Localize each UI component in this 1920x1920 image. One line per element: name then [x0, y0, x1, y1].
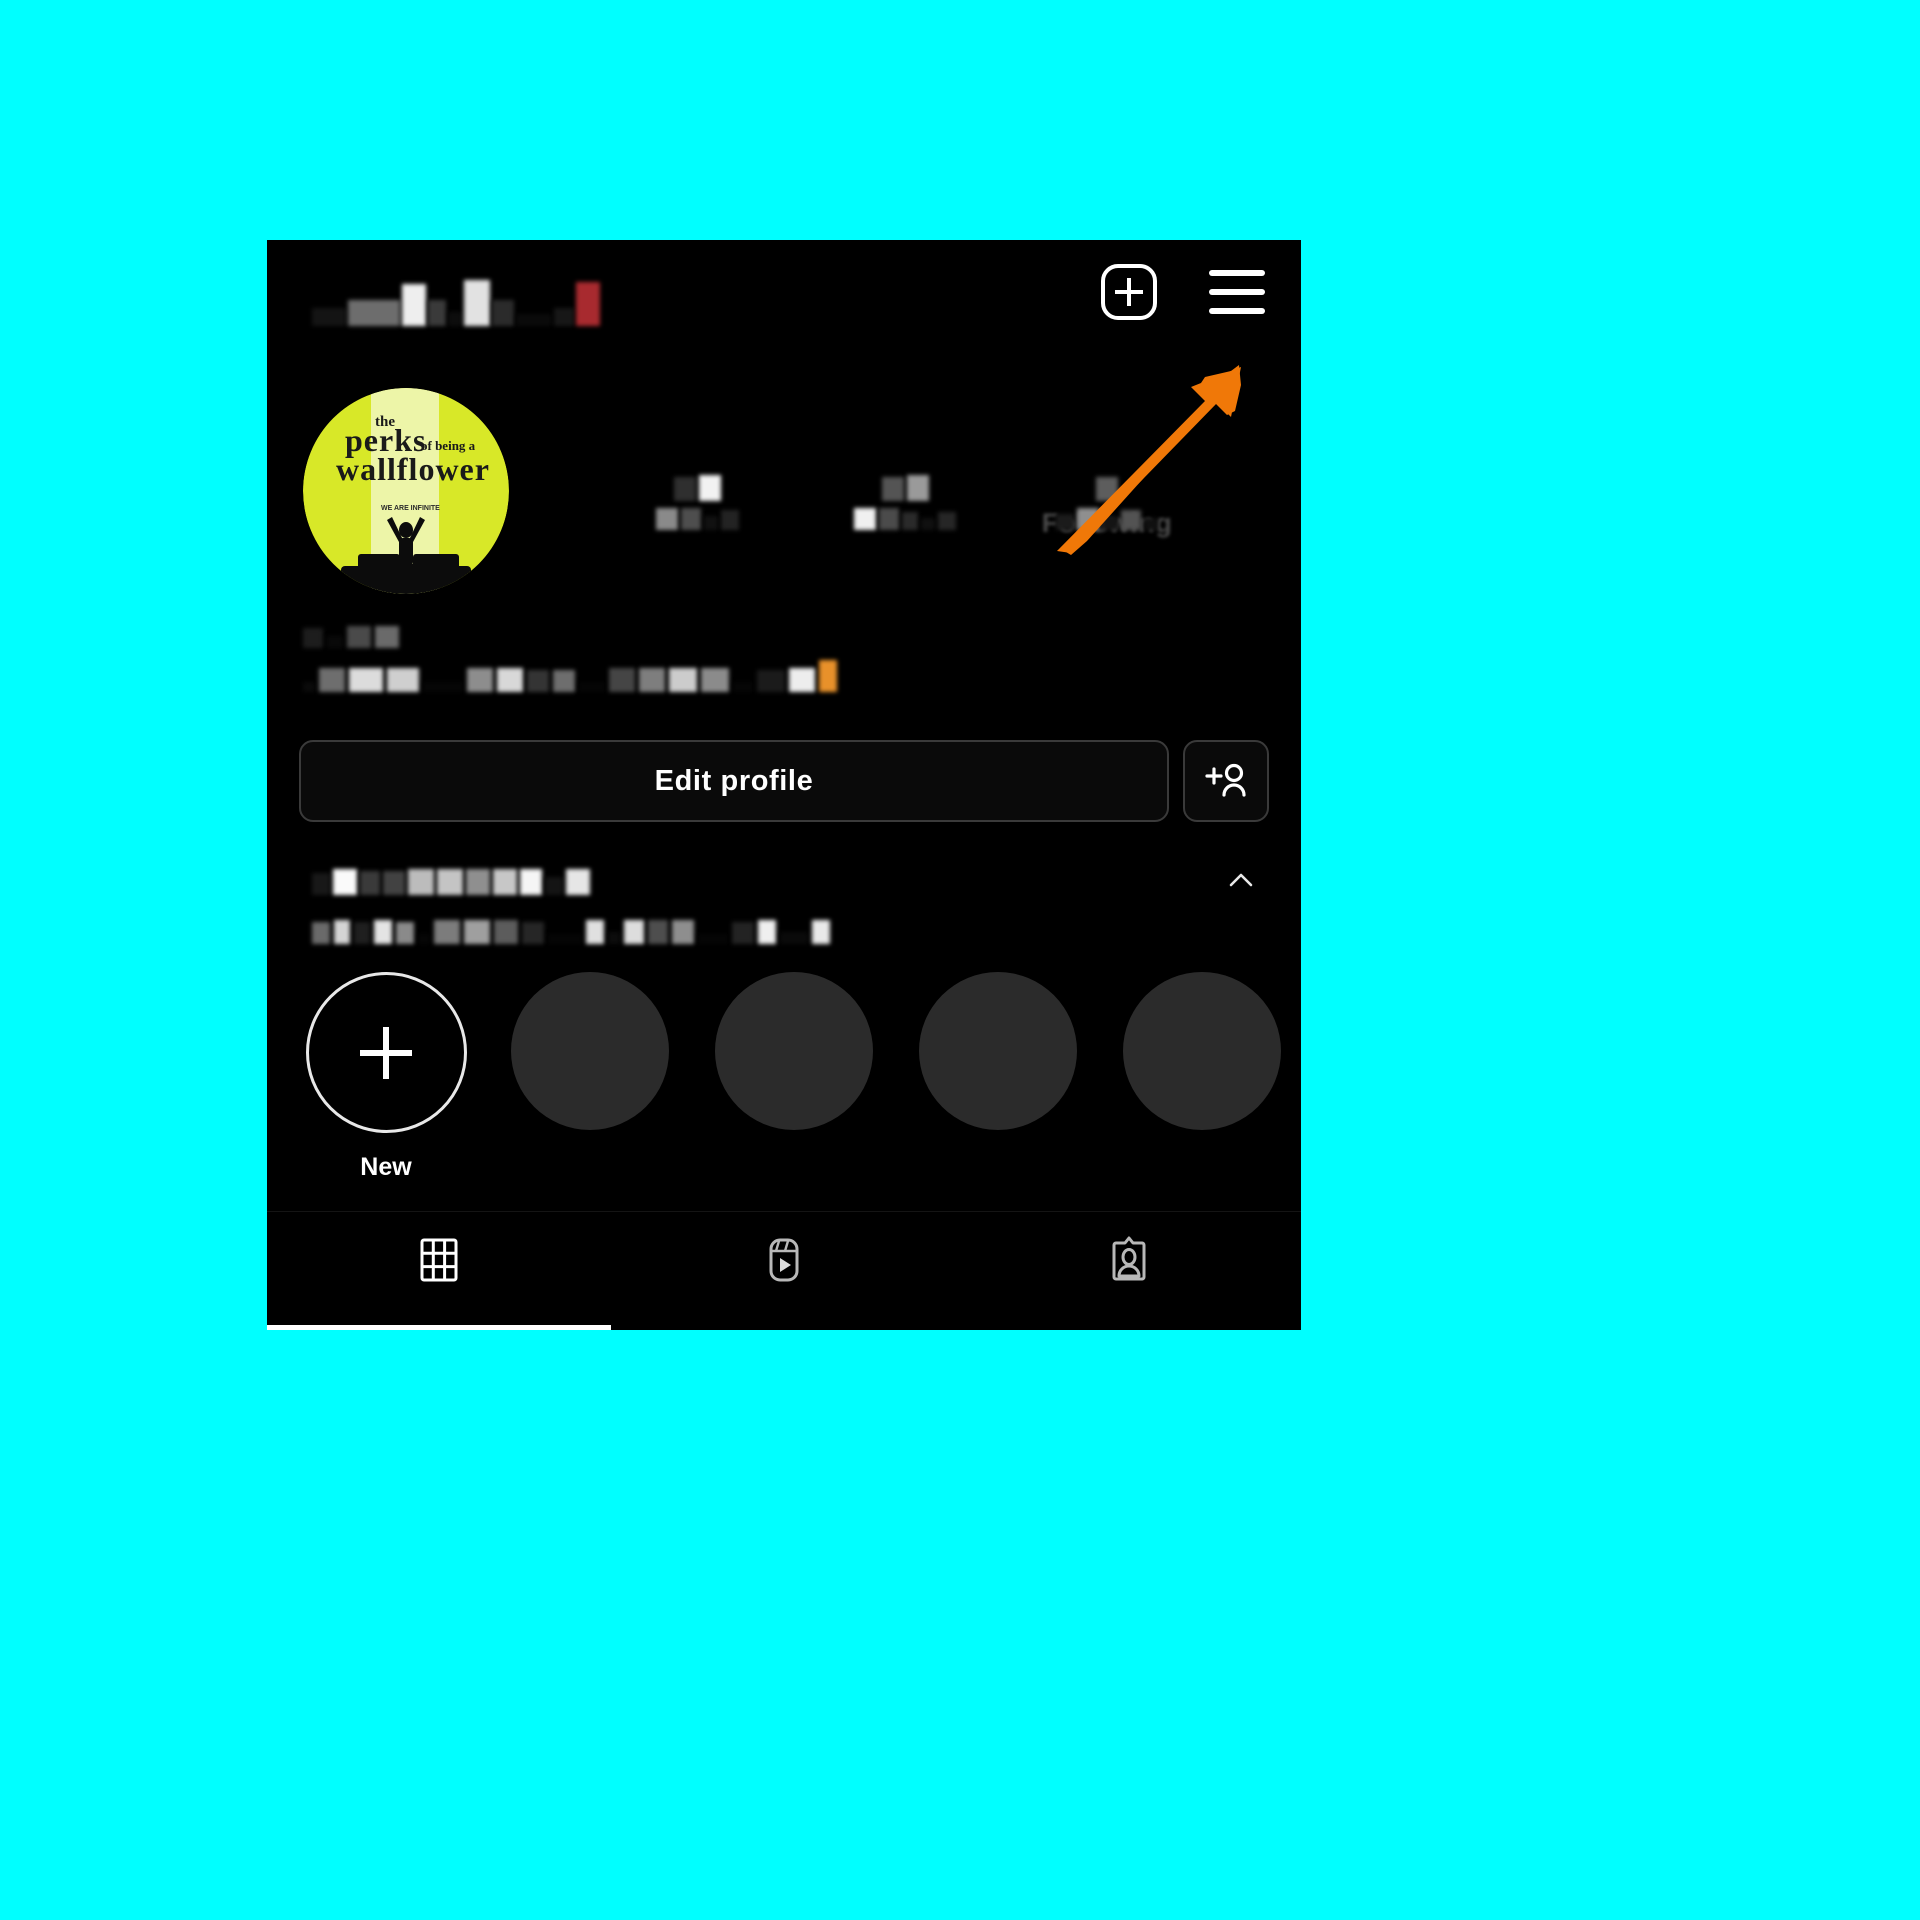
stat-following-value-redacted — [997, 475, 1217, 501]
tab-reels[interactable] — [612, 1212, 957, 1308]
bio-line-1 — [303, 618, 1023, 648]
profile-actions: Edit profile — [299, 740, 1269, 822]
username-redacted[interactable] — [312, 280, 600, 326]
highlight-placeholder-4[interactable] — [1111, 972, 1293, 1130]
hamburger-line-1 — [1209, 270, 1265, 276]
stat-following[interactable]: Following — [997, 475, 1217, 538]
highlights-title-redacted — [312, 869, 590, 895]
active-tab-indicator — [267, 1325, 611, 1330]
top-bar — [267, 240, 1301, 350]
grid-icon — [420, 1238, 458, 1282]
chevron-up-glyph — [1229, 873, 1253, 887]
add-person-button[interactable] — [1183, 740, 1269, 822]
highlights-subtitle-redacted — [312, 918, 1301, 944]
highlights-header — [312, 860, 1256, 904]
svg-text:WE ARE INFINITE: WE ARE INFINITE — [381, 505, 440, 512]
edit-profile-button[interactable]: Edit profile — [299, 740, 1169, 822]
highlight-placeholder-3[interactable] — [907, 972, 1089, 1130]
avatar[interactable]: the perks of being a wallflower WE ARE I… — [303, 388, 509, 594]
hamburger-menu-icon[interactable] — [1209, 270, 1265, 314]
stat-following-label-redacted: Following — [997, 508, 1217, 538]
topbar-actions — [1101, 264, 1265, 320]
stat-followers-value-redacted — [795, 475, 1015, 501]
profile-header: the perks of being a wallflower WE ARE I… — [267, 370, 1301, 600]
stat-posts[interactable] — [587, 475, 807, 530]
profile-stats: Following — [567, 370, 1267, 600]
tab-tagged[interactable] — [956, 1212, 1301, 1308]
highlight-placeholder-2[interactable] — [703, 972, 885, 1130]
stat-posts-label-redacted — [587, 508, 807, 530]
new-highlight-item[interactable]: New — [295, 972, 477, 1182]
new-highlight-label: New — [360, 1153, 412, 1181]
bio-line-2 — [303, 660, 1023, 692]
stat-posts-value-redacted — [587, 475, 807, 501]
plus-square-icon[interactable] — [1101, 264, 1157, 320]
stat-followers-label-redacted — [795, 508, 1015, 530]
profile-avatar-image: the perks of being a wallflower WE ARE I… — [303, 388, 509, 594]
highlight-thumb — [511, 972, 669, 1130]
highlight-circles-row: New — [267, 972, 1301, 1182]
svg-text:wallflower: wallflower — [336, 451, 490, 487]
hamburger-line-3 — [1209, 308, 1265, 314]
story-highlights-section: New — [267, 860, 1301, 1182]
highlight-placeholder-1[interactable] — [499, 972, 681, 1130]
plus-icon[interactable] — [305, 972, 467, 1133]
highlight-thumb — [715, 972, 873, 1130]
chevron-up-icon[interactable] — [1226, 866, 1256, 896]
phone-screen: the perks of being a wallflower WE ARE I… — [267, 240, 1301, 1330]
profile-tab-bar — [267, 1211, 1301, 1330]
stat-followers[interactable] — [795, 475, 1015, 530]
tab-grid[interactable] — [267, 1212, 612, 1308]
hamburger-line-2 — [1209, 289, 1265, 295]
tab-icons — [267, 1212, 1301, 1308]
highlight-thumb — [919, 972, 1077, 1130]
highlight-thumb — [1123, 972, 1281, 1130]
reels-icon — [769, 1238, 799, 1282]
profile-bio-redacted — [303, 618, 1023, 706]
tagged-icon — [1112, 1236, 1146, 1281]
add-person-icon — [1205, 763, 1246, 797]
